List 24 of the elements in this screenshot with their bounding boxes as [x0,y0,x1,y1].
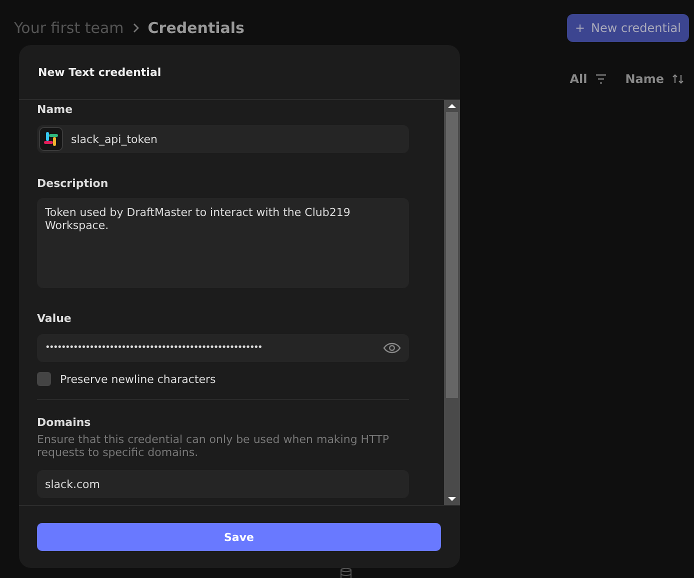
sort-icon[interactable] [672,73,684,85]
description-field[interactable]: Token used by DraftMaster to interact with the Club219 Workspace. [37,198,409,288]
name-field[interactable]: slack_api_token [37,125,409,153]
hash-logo-icon [39,127,63,151]
domain-field[interactable]: slack.com [37,470,409,498]
eye-icon[interactable] [383,342,401,354]
new-credential-button[interactable]: + New credential [566,14,689,42]
field-label: Domains [37,416,92,429]
filter-icon[interactable] [595,73,608,85]
field-label: Name [37,103,74,116]
value-field[interactable]: •••••••••••••••••••••••••••••••••••••••••••••••••••••• [37,334,409,362]
sort-label[interactable]: Name [625,72,664,86]
help-text: Ensure that this credential can only be used when making HTTP requests to specific domains. [37,433,390,459]
scrollbar[interactable] [444,100,460,505]
breadcrumb-item[interactable]: Credentials [148,19,244,37]
save-button[interactable]: Save [37,523,441,551]
chevron-icon [132,23,140,33]
dialog-title: New Text credential [38,66,162,78]
field-label: Description [37,177,110,190]
checkbox-label[interactable]: Preserve newline characters [60,372,216,386]
database-icon [340,568,352,578]
filter-label[interactable]: All [570,72,588,86]
field-label: Value [37,312,72,325]
checkbox[interactable] [37,372,51,386]
